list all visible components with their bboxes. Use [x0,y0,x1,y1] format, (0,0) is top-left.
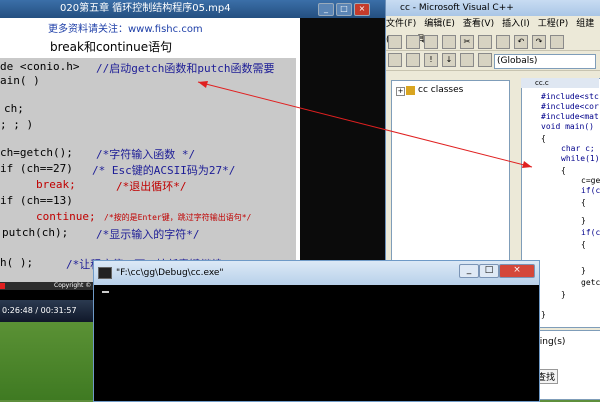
arrow-head-right [522,161,532,168]
annotation-arrow [197,81,533,168]
arrow-head-left [198,81,208,88]
annotation-arrows [197,81,533,168]
